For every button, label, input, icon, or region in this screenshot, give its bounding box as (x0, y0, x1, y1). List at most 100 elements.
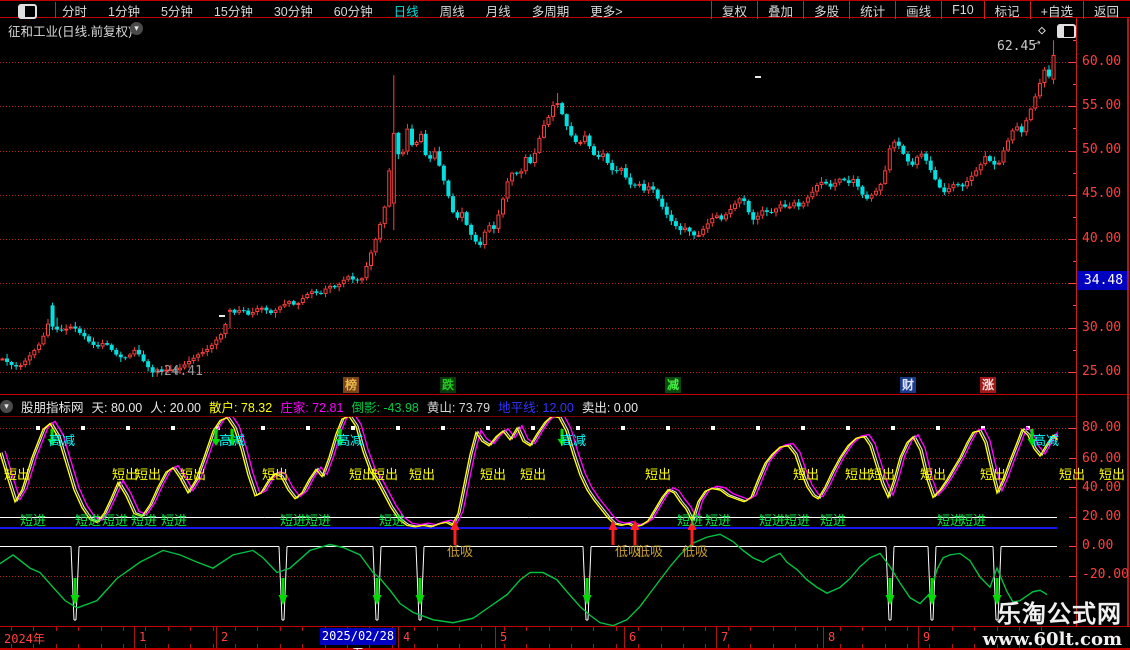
indicator-axis-label: 0.00 (1082, 538, 1113, 553)
chevron-down-icon[interactable]: ▾ (130, 22, 143, 35)
window-split-icon-right[interactable] (1057, 24, 1076, 39)
price-axis-label: 30.00 (1082, 320, 1121, 335)
signal-label-high-reduce: 高减 (219, 430, 245, 449)
collapse-indicator-icon[interactable]: ▾ (0, 400, 13, 413)
indicator-field-散户: 散户: 78.32 (209, 397, 272, 416)
right-axis-line (1076, 18, 1077, 649)
menu-item-5[interactable]: 60分钟 (334, 1, 373, 20)
menu-item-6[interactable]: 日线 (394, 1, 419, 20)
date-axis-label: 9 (923, 630, 930, 644)
tool-menu-item-0[interactable]: 复权 (711, 1, 757, 19)
tool-menu-item-7[interactable]: +自选 (1030, 1, 1083, 19)
signal-label-short-exit: 短出 (409, 464, 435, 483)
date-separator (398, 627, 399, 648)
date-axis-label: 8 (828, 630, 835, 644)
date-axis-label: 5 (500, 630, 507, 644)
trading-app-window: 分时 1分钟 5分钟 15分钟 30分钟 60分钟 日线 周线 月线 多周期 更多> 复权叠加多股统… (0, 0, 1130, 650)
tool-menu-item-2[interactable]: 多股 (803, 1, 849, 19)
date-axis-label: 2 (221, 630, 228, 644)
tool-menu-item-1[interactable]: 叠加 (757, 1, 803, 19)
menu-item-2[interactable]: 5分钟 (161, 1, 193, 20)
date-axis-label: 4 (403, 630, 410, 644)
board-watermark-char: 涨 (980, 377, 996, 393)
signal-label-high-reduce: 高减 (49, 430, 75, 449)
signal-label-short-exit: 短出 (4, 464, 30, 483)
indicator-header: ▾ 股朋指标网 天: 80.00人: 20.00散户: 78.32庄家: 72.… (0, 396, 1076, 416)
candlestick-chart-canvas[interactable] (0, 38, 1076, 394)
signal-label-short-exit: 短出 (135, 464, 161, 483)
menu-item-7[interactable]: 周线 (440, 1, 465, 20)
board-watermark-char: 财 (900, 377, 916, 393)
menu-item-0[interactable]: 分时 (62, 1, 87, 20)
signal-label-low-absorb: 低吸 (447, 541, 473, 560)
selected-date-badge: 2025/02/28五 (320, 628, 396, 645)
indicator-axis-label: 20.00 (1082, 509, 1121, 524)
board-watermark-char: 榜 (343, 377, 359, 393)
signal-label-short-exit: 短出 (480, 464, 506, 483)
indicator-field-人: 人: 20.00 (150, 397, 201, 416)
signal-label-short-exit: 短出 (869, 464, 895, 483)
signal-label-short-entry: 短进 (161, 510, 187, 529)
menu-item-3[interactable]: 15分钟 (214, 1, 253, 20)
date-axis-label: 6 (629, 630, 636, 644)
window-layout-icon-box[interactable] (0, 2, 56, 18)
title-bar: 征和工业(日线.前复权) ▾ ◇ (0, 19, 1130, 38)
indicator-field-卖出: 卖出: 0.00 (582, 397, 638, 416)
window-split-icon[interactable] (18, 4, 37, 19)
tool-menu-item-8[interactable]: 返回 (1083, 1, 1129, 19)
menu-item-4[interactable]: 30分钟 (274, 1, 313, 20)
signal-label-short-entry: 短进 (677, 510, 703, 529)
date-separator (823, 627, 824, 648)
signal-label-short-exit: 短出 (1059, 464, 1085, 483)
indicator-field-天: 天: 80.00 (92, 397, 143, 416)
price-axis-label: 40.00 (1082, 231, 1121, 246)
right-border-line (1127, 18, 1129, 649)
menu-item-8[interactable]: 月线 (486, 1, 511, 20)
signal-label-short-exit: 短出 (793, 464, 819, 483)
price-axis-label: 55.00 (1082, 98, 1121, 113)
tool-menu-item-4[interactable]: 画线 (895, 1, 941, 19)
indicator-field-地平线: 地平线: 12.00 (498, 397, 574, 416)
signal-label-low-absorb: 低吸 (682, 541, 708, 560)
signal-label-short-exit: 短出 (845, 464, 871, 483)
signal-label-high-reduce: 高减 (1033, 430, 1059, 449)
signal-label-short-entry: 短进 (131, 510, 157, 529)
period-menu: 分时 1分钟 5分钟 15分钟 30分钟 60分钟 日线 周线 月线 多周期 更多> (62, 1, 623, 19)
price-axis-label: 25.00 (1082, 364, 1121, 379)
tool-menu-item-6[interactable]: 标记 (984, 1, 1030, 19)
signal-label-short-entry: 短进 (305, 510, 331, 529)
signal-label-short-exit: 短出 (1099, 464, 1125, 483)
signal-label-short-exit: 短出 (262, 464, 288, 483)
signal-label-short-entry: 短进 (705, 510, 731, 529)
price-axis-label: 45.00 (1082, 186, 1121, 201)
date-axis-label: 7 (721, 630, 728, 644)
signal-label-high-reduce: 高减 (560, 430, 586, 449)
site-watermark-cn: 乐淘公式网 (983, 594, 1122, 629)
menu-item-1[interactable]: 1分钟 (108, 1, 140, 20)
diamond-icon[interactable]: ◇ (1038, 23, 1046, 38)
tool-menu-item-5[interactable]: F10 (941, 1, 984, 19)
board-watermark-char: 跌 (440, 377, 456, 393)
tool-menu: 复权叠加多股统计画线F10标记+自选返回 (711, 1, 1129, 19)
signal-label-high-reduce: 高减 (337, 430, 363, 449)
date-separator (716, 627, 717, 648)
signal-label-short-exit: 短出 (180, 464, 206, 483)
indicator-axis-label: 80.00 (1082, 420, 1121, 435)
signal-label-short-entry: 短进 (759, 510, 785, 529)
signal-label-short-entry: 短进 (102, 510, 128, 529)
date-axis-label: 1 (139, 630, 146, 644)
date-axis-label: 2024年 (4, 630, 45, 647)
tool-menu-item-3[interactable]: 统计 (849, 1, 895, 19)
menu-item-10[interactable]: 更多> (590, 1, 622, 20)
signal-label-short-entry: 短进 (20, 510, 46, 529)
signal-label-short-entry: 短进 (379, 510, 405, 529)
date-separator (495, 627, 496, 648)
signal-label-short-entry: 短进 (960, 510, 986, 529)
date-axis[interactable]: 2025/02/28五 2024年 1 2 4 5 6 7 8 9 (0, 627, 1130, 648)
signal-label-short-exit: 短出 (920, 464, 946, 483)
top-menu-bar: 分时 1分钟 5分钟 15分钟 30分钟 60分钟 日线 周线 月线 多周期 更多> 复权叠加多股统… (0, 0, 1130, 18)
site-watermark: 乐淘公式网 www.60lt.com (983, 594, 1122, 650)
date-separator (134, 627, 135, 648)
signal-label-short-exit: 短出 (645, 464, 671, 483)
menu-item-9[interactable]: 多周期 (532, 1, 570, 20)
